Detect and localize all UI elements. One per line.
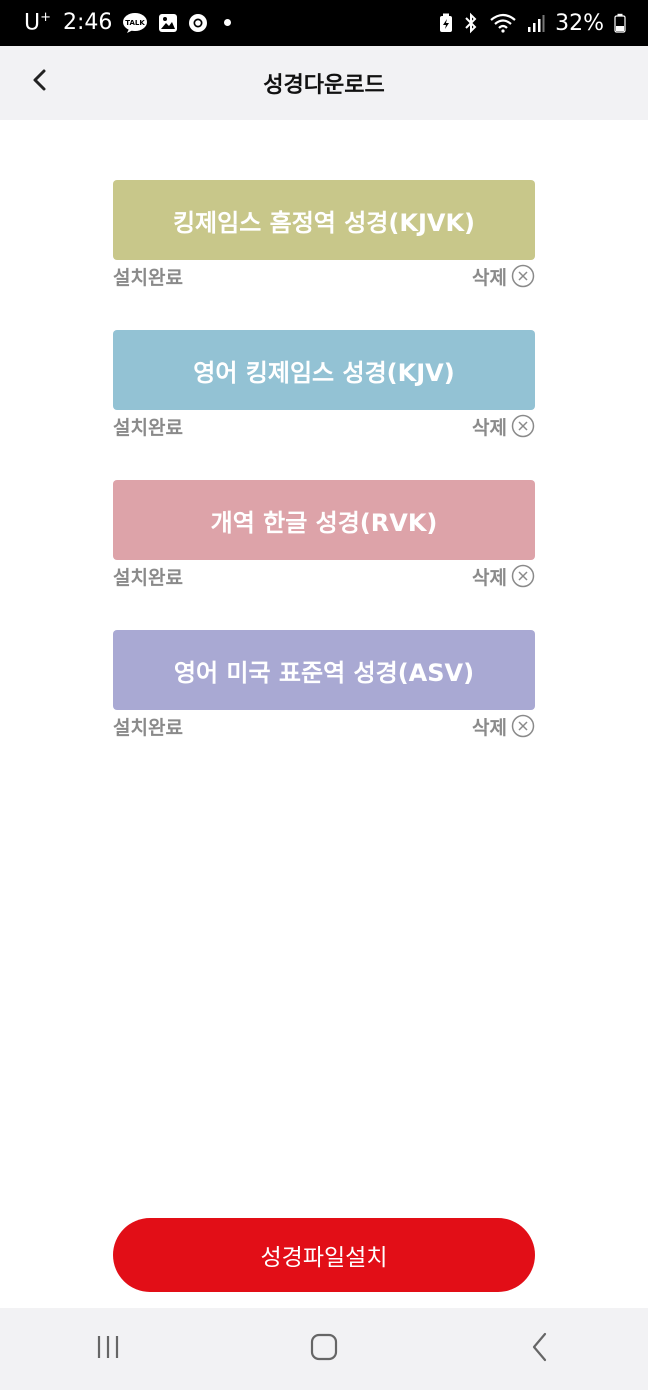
kakaotalk-icon: TALK	[122, 12, 148, 34]
chevron-left-icon	[29, 68, 51, 96]
app-header: 성경다운로드	[0, 46, 648, 120]
delete-label: 삭제	[472, 266, 507, 289]
battery-icon	[614, 13, 626, 33]
install-status: 설치완료	[113, 416, 183, 439]
back-button[interactable]	[22, 64, 58, 100]
bible-item-asv: 영어 미국 표준역 성경(ASV) 설치완료 삭제	[113, 630, 535, 780]
x-circle-icon	[511, 414, 535, 438]
delete-button-kjv[interactable]: 삭제	[472, 413, 535, 440]
home-icon	[309, 1332, 339, 1366]
delete-button-rvk[interactable]: 삭제	[472, 563, 535, 590]
carrier-sup: +	[40, 10, 52, 26]
delete-label: 삭제	[472, 566, 507, 589]
x-circle-icon	[511, 564, 535, 588]
talk-badge-text: TALK	[126, 19, 146, 27]
carrier-label: U+	[24, 10, 51, 35]
bible-item-kjvk: 킹제임스 흠정역 성경(KJVK) 설치완료 삭제	[113, 180, 535, 330]
battery-saver-icon	[439, 13, 453, 33]
status-bar-right: 32%	[439, 11, 626, 36]
delete-label: 삭제	[472, 716, 507, 739]
bible-meta: 설치완료 삭제	[113, 560, 535, 592]
status-bar-left: U+ 2:46 TALK	[24, 10, 232, 36]
bible-card-rvk[interactable]: 개역 한글 성경(RVK)	[113, 480, 535, 560]
x-circle-icon	[511, 714, 535, 738]
bluetooth-icon	[463, 12, 479, 34]
delete-button-kjvk[interactable]: 삭제	[472, 263, 535, 290]
status-time: 2:46	[63, 10, 113, 36]
nav-home-button[interactable]	[284, 1319, 364, 1379]
notification-dot-icon	[224, 19, 232, 27]
bible-item-kjv: 영어 킹제임스 성경(KJV) 설치완료 삭제	[113, 330, 535, 480]
bible-card-kjv[interactable]: 영어 킹제임스 성경(KJV)	[113, 330, 535, 410]
nav-back-button[interactable]	[500, 1319, 580, 1379]
chrome-icon	[188, 13, 208, 33]
delete-label: 삭제	[472, 416, 507, 439]
install-status: 설치완료	[113, 716, 183, 739]
x-circle-icon	[511, 264, 535, 288]
carrier-text: U	[24, 10, 41, 36]
bible-meta: 설치완료 삭제	[113, 710, 535, 742]
signal-icon	[527, 13, 545, 33]
bible-list: 킹제임스 흠정역 성경(KJVK) 설치완료 삭제 영어 킹제임스 성경(KJV…	[113, 180, 535, 780]
navigation-bar	[0, 1308, 648, 1390]
install-status: 설치완료	[113, 266, 183, 289]
bible-meta: 설치완료 삭제	[113, 410, 535, 442]
install-status: 설치완료	[113, 566, 183, 589]
bible-card-asv[interactable]: 영어 미국 표준역 성경(ASV)	[113, 630, 535, 710]
back-icon	[528, 1331, 552, 1367]
recents-icon	[94, 1333, 122, 1365]
battery-percent: 32%	[555, 10, 604, 36]
bible-meta: 설치완료 삭제	[113, 260, 535, 292]
status-bar: U+ 2:46 TALK 32%	[0, 0, 648, 46]
install-bible-button[interactable]: 성경파일설치	[113, 1218, 535, 1292]
nav-recents-button[interactable]	[68, 1319, 148, 1379]
bible-card-kjvk[interactable]: 킹제임스 흠정역 성경(KJVK)	[113, 180, 535, 260]
bible-item-rvk: 개역 한글 성경(RVK) 설치완료 삭제	[113, 480, 535, 630]
gallery-icon	[158, 13, 178, 33]
wifi-icon	[489, 13, 517, 33]
page-title: 성경다운로드	[263, 73, 385, 98]
delete-button-asv[interactable]: 삭제	[472, 713, 535, 740]
